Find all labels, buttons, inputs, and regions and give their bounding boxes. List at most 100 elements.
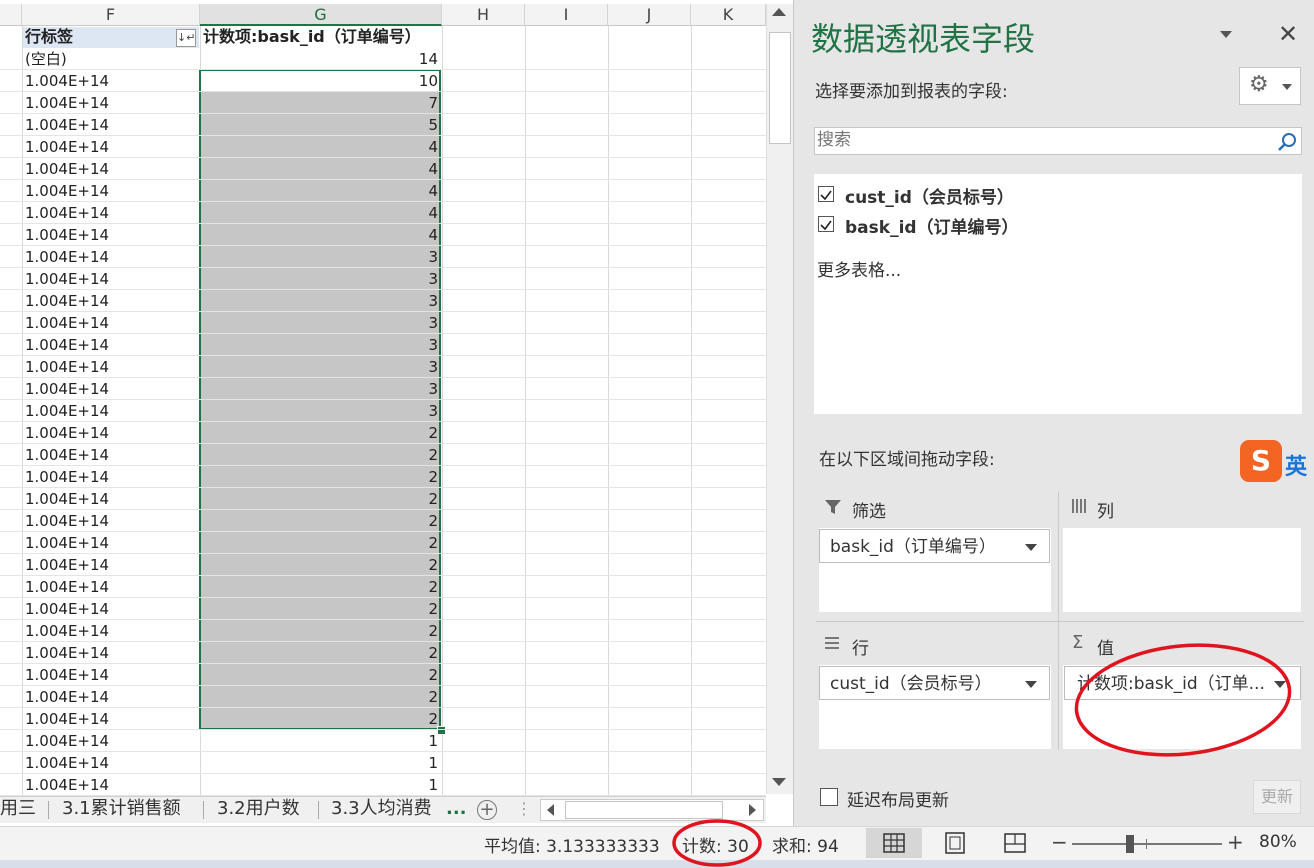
- column-header-partial[interactable]: [0, 4, 22, 26]
- row-label-cell[interactable]: 1.004E+14: [25, 356, 200, 378]
- scroll-up-icon[interactable]: [772, 8, 786, 16]
- value-cell[interactable]: 2: [200, 598, 438, 620]
- scroll-left-icon[interactable]: [547, 804, 554, 816]
- horizontal-scrollbar[interactable]: [540, 799, 764, 821]
- value-cell[interactable]: 3: [200, 246, 438, 268]
- scroll-down-icon[interactable]: [772, 778, 786, 786]
- field-checkbox-bask-id[interactable]: [818, 216, 834, 232]
- update-button[interactable]: 更新: [1253, 780, 1301, 814]
- row-label-cell[interactable]: 1.004E+14: [25, 268, 200, 290]
- zoom-slider[interactable]: [1072, 835, 1222, 853]
- defer-update-label[interactable]: 延迟布局更新: [847, 786, 949, 811]
- value-cell[interactable]: 2: [200, 466, 438, 488]
- value-cell[interactable]: 4: [200, 180, 438, 202]
- sort-filter-icon[interactable]: ↓↵: [176, 29, 196, 47]
- row-label-cell[interactable]: 1.004E+14: [25, 466, 200, 488]
- value-cell[interactable]: 10: [200, 70, 438, 92]
- row-label-cell[interactable]: 1.004E+14: [25, 136, 200, 158]
- value-cell[interactable]: 2: [200, 642, 438, 664]
- h-scroll-thumb[interactable]: [565, 801, 723, 819]
- column-header-j[interactable]: J: [608, 4, 691, 26]
- field-label-cust-id[interactable]: cust_id（会员标号）: [845, 183, 1014, 208]
- value-cell[interactable]: 4: [200, 136, 438, 158]
- value-cell[interactable]: 2: [200, 532, 438, 554]
- row-label-cell[interactable]: 1.004E+14: [25, 290, 200, 312]
- value-cell[interactable]: 2: [200, 708, 438, 730]
- column-header-h[interactable]: H: [442, 4, 525, 26]
- value-cell[interactable]: 4: [200, 158, 438, 180]
- row-label-cell[interactable]: 1.004E+14: [25, 444, 200, 466]
- row-label-cell[interactable]: 1.004E+14: [25, 708, 200, 730]
- value-cell[interactable]: 4: [200, 224, 438, 246]
- value-cell[interactable]: 3: [200, 312, 438, 334]
- row-label-cell[interactable]: 1.004E+14: [25, 664, 200, 686]
- value-cell[interactable]: 1: [200, 752, 438, 774]
- zoom-in-button[interactable]: +: [1227, 830, 1244, 854]
- value-cell[interactable]: 2: [200, 444, 438, 466]
- scroll-right-icon[interactable]: [749, 804, 756, 816]
- row-label-cell[interactable]: 1.004E+14: [25, 686, 200, 708]
- sheet-tab-cumulative-sales[interactable]: 3.1累计销售额: [62, 797, 181, 823]
- row-label-cell[interactable]: 1.004E+14: [25, 180, 200, 202]
- filter-field-dropdown[interactable]: bask_id（订单编号）: [819, 529, 1050, 563]
- column-header-i[interactable]: I: [525, 4, 608, 26]
- row-label-cell[interactable]: 1.004E+14: [25, 70, 200, 92]
- more-tables-link[interactable]: 更多表格...: [817, 256, 901, 281]
- value-cell[interactable]: 3: [200, 378, 438, 400]
- row-label-cell[interactable]: 1.004E+14: [25, 598, 200, 620]
- row-label-cell[interactable]: 1.004E+14: [25, 532, 200, 554]
- fill-handle[interactable]: [437, 726, 446, 735]
- row-label-cell[interactable]: 1.004E+14: [25, 774, 200, 796]
- row-label-cell[interactable]: 1.004E+14: [25, 246, 200, 268]
- value-cell[interactable]: 14: [200, 48, 438, 70]
- tools-button[interactable]: ⚙: [1239, 67, 1301, 105]
- sheet-tab-users[interactable]: 3.2用户数: [217, 797, 300, 823]
- zoom-level[interactable]: 80%: [1259, 832, 1297, 852]
- page-layout-button[interactable]: [930, 828, 980, 858]
- ime-language[interactable]: 英: [1285, 449, 1307, 481]
- row-label-cell[interactable]: 1.004E+14: [25, 312, 200, 334]
- row-label-cell[interactable]: 1.004E+14: [25, 224, 200, 246]
- row-label-cell[interactable]: 1.004E+14: [25, 334, 200, 356]
- row-label-cell[interactable]: 1.004E+14: [25, 202, 200, 224]
- value-cell[interactable]: 3: [200, 334, 438, 356]
- pane-options-chevron-icon[interactable]: [1220, 31, 1232, 38]
- row-label-cell[interactable]: 1.004E+14: [25, 510, 200, 532]
- value-cell[interactable]: 2: [200, 554, 438, 576]
- zoom-out-button[interactable]: −: [1051, 830, 1068, 854]
- value-cell[interactable]: 2: [200, 620, 438, 642]
- add-sheet-icon[interactable]: +: [477, 800, 497, 820]
- value-cell[interactable]: 2: [200, 488, 438, 510]
- columns-drop-zone[interactable]: [1063, 528, 1301, 612]
- field-label-bask-id[interactable]: bask_id（订单编号）: [845, 213, 1019, 238]
- ime-logo-icon[interactable]: S: [1240, 440, 1282, 482]
- rows-field-dropdown[interactable]: cust_id（会员标号）: [819, 666, 1050, 700]
- row-label-cell[interactable]: 1.004E+14: [25, 158, 200, 180]
- row-label-cell[interactable]: 1.004E+14: [25, 488, 200, 510]
- value-cell[interactable]: 2: [200, 686, 438, 708]
- sheet-tab-per-capita[interactable]: 3.3人均消费: [331, 797, 432, 823]
- row-label-cell[interactable]: 1.004E+14: [25, 378, 200, 400]
- sheet-tab-partial[interactable]: 用三: [0, 797, 36, 823]
- column-header-k[interactable]: K: [691, 4, 766, 26]
- row-label-cell[interactable]: 1.004E+14: [25, 620, 200, 642]
- column-header-f[interactable]: F: [22, 4, 200, 26]
- search-box[interactable]: [814, 127, 1302, 155]
- value-cell[interactable]: 3: [200, 400, 438, 422]
- field-checkbox-cust-id[interactable]: [818, 186, 834, 202]
- row-label-cell[interactable]: 1.004E+14: [25, 114, 200, 136]
- close-icon[interactable]: ✕: [1278, 20, 1298, 48]
- value-cell[interactable]: 4: [200, 202, 438, 224]
- value-cell[interactable]: 3: [200, 290, 438, 312]
- search-icon[interactable]: [1277, 132, 1297, 152]
- value-cell[interactable]: 2: [200, 664, 438, 686]
- value-cell[interactable]: 7: [200, 92, 438, 114]
- row-label-cell[interactable]: 1.004E+14: [25, 422, 200, 444]
- row-label-cell[interactable]: 1.004E+14: [25, 576, 200, 598]
- vertical-scrollbar[interactable]: [766, 4, 793, 794]
- row-label-cell[interactable]: (空白): [25, 48, 200, 70]
- more-sheets-button[interactable]: ...: [446, 797, 467, 823]
- spreadsheet-grid[interactable]: F G H I J K 行标签 ↓↵ 计数项:bask_id（订单编号） (空白…: [0, 0, 766, 796]
- row-label-cell[interactable]: 1.004E+14: [25, 92, 200, 114]
- value-cell[interactable]: 5: [200, 114, 438, 136]
